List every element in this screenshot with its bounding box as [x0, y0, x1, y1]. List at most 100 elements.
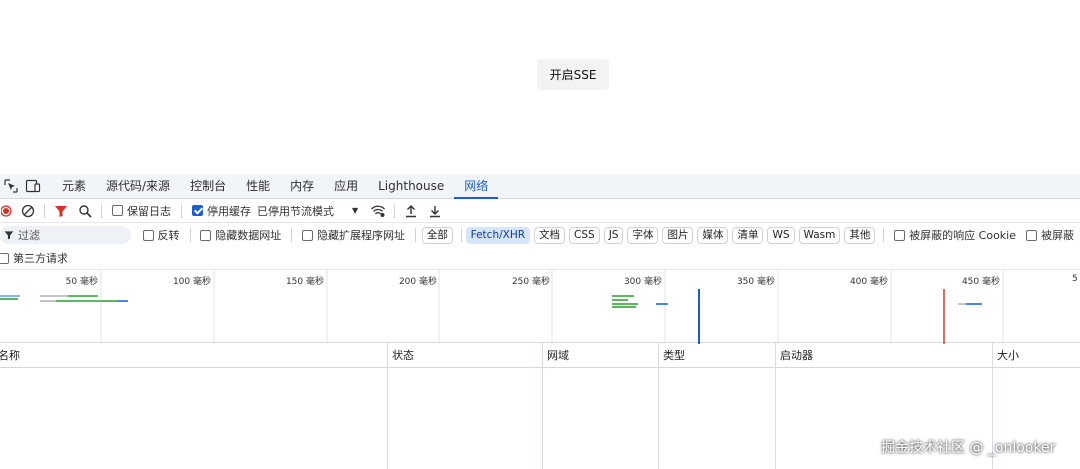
filter-icon — [4, 231, 14, 240]
blocked-response-cookies-label: 被屏蔽的响应 Cookie — [909, 229, 1016, 242]
request-table-header: 名称 状态 网域 类型 启动器 大小 — [0, 343, 1080, 368]
hide-data-urls-box[interactable] — [200, 229, 212, 241]
network-toolbar: 保留日志 停用缓存 已停用节流模式 ▼ — [0, 199, 1080, 223]
filter-divider — [291, 228, 293, 242]
export-har-icon[interactable] — [423, 199, 447, 223]
column-domain[interactable]: 网域 — [543, 343, 569, 368]
start-sse-button[interactable]: 开启SSE — [537, 59, 609, 90]
type-filter-media[interactable]: 媒体 — [697, 226, 729, 244]
filter-icon[interactable] — [49, 199, 73, 223]
disable-cache-box[interactable] — [192, 205, 203, 216]
third-party-checkbox[interactable]: 第三方请求 — [0, 250, 68, 266]
filter-placeholder: 过滤 — [18, 229, 40, 242]
third-party-label: 第三方请求 — [13, 252, 68, 265]
hide-extension-urls-label: 隐藏扩展程序网址 — [317, 229, 406, 242]
dom-content-loaded-marker — [698, 289, 700, 344]
overview-bar — [612, 303, 638, 305]
overview-tick-label: 450 毫秒 — [961, 277, 1000, 287]
network-overview[interactable]: 50 毫秒 100 毫秒 150 毫秒 200 毫秒 250 毫秒 300 毫秒… — [0, 269, 1080, 344]
record-icon[interactable] — [0, 199, 16, 223]
throttling-value: 已停用节流模式 — [257, 204, 334, 218]
devtools-tabbar: 元素 源代码/来源 控制台 性能 内存 应用 Lighthouse 网络 — [0, 174, 1080, 199]
column-status[interactable]: 状态 — [388, 343, 414, 368]
tab-performance[interactable]: 性能 — [236, 174, 280, 199]
overview-bar — [118, 300, 128, 302]
overview-bar — [612, 306, 636, 308]
throttling-select[interactable]: 已停用节流模式 ▼ — [257, 203, 358, 219]
tab-sources[interactable]: 源代码/来源 — [96, 174, 180, 199]
column-divider — [658, 343, 659, 469]
type-filter-img[interactable]: 图片 — [662, 226, 694, 244]
overview-bar — [0, 298, 18, 300]
type-filter-js[interactable]: JS — [603, 226, 624, 244]
filter-divider — [883, 228, 885, 242]
type-filter-all[interactable]: 全部 — [421, 226, 453, 244]
tab-lighthouse[interactable]: Lighthouse — [368, 174, 454, 199]
filter-divider — [415, 228, 416, 242]
invert-checkbox[interactable]: 反转 — [142, 227, 180, 243]
column-divider — [387, 343, 388, 469]
network-conditions-icon[interactable] — [366, 199, 390, 223]
overview-bar — [40, 300, 58, 302]
disable-cache-label: 停用缓存 — [207, 204, 251, 218]
hide-extension-urls-box[interactable] — [302, 229, 314, 241]
overview-tick-label: 300 毫秒 — [623, 277, 662, 287]
type-filter-ws[interactable]: WS — [767, 226, 795, 244]
column-initiator[interactable]: 启动器 — [776, 343, 813, 368]
filter-divider — [460, 228, 462, 242]
type-filter-font[interactable]: 字体 — [627, 226, 659, 244]
third-party-row: 第三方请求 — [0, 247, 74, 269]
type-filter-manifest[interactable]: 清单 — [732, 226, 764, 244]
blocked-requests-checkbox[interactable]: 被屏蔽 — [1026, 227, 1074, 243]
third-party-box[interactable] — [0, 252, 9, 264]
device-toolbar-icon[interactable] — [22, 174, 44, 199]
blocked-response-cookies-checkbox[interactable]: 被屏蔽的响应 Cookie — [894, 227, 1016, 243]
overview-bar — [612, 299, 628, 301]
blocked-requests-label: 被屏蔽 — [1041, 229, 1074, 242]
type-filter-doc[interactable]: 文档 — [534, 226, 566, 244]
preserve-log-checkbox[interactable]: 保留日志 — [112, 203, 171, 219]
blocked-response-cookies-box[interactable] — [894, 229, 906, 241]
import-har-icon[interactable] — [399, 199, 423, 223]
column-size[interactable]: 大小 — [993, 343, 1019, 368]
invert-box[interactable] — [142, 229, 154, 241]
type-filter-other[interactable]: 其他 — [844, 226, 876, 244]
overview-tick-label: 200 毫秒 — [398, 277, 437, 287]
tab-network[interactable]: 网络 — [454, 174, 499, 199]
hide-data-urls-checkbox[interactable]: 隐藏数据网址 — [200, 227, 281, 243]
tab-application[interactable]: 应用 — [324, 174, 368, 199]
tab-memory[interactable]: 内存 — [280, 174, 324, 199]
type-filter-css[interactable]: CSS — [569, 226, 600, 244]
overview-tick-label: 150 毫秒 — [285, 277, 324, 287]
type-filter-wasm[interactable]: Wasm — [798, 226, 841, 244]
clear-icon[interactable] — [16, 199, 40, 223]
overview-bar — [966, 303, 982, 305]
type-filter-fetch-xhr[interactable]: Fetch/XHR — [465, 226, 531, 244]
preserve-log-label: 保留日志 — [127, 204, 171, 218]
overview-tick-label: 350 毫秒 — [736, 277, 775, 287]
page-content: 开启SSE — [0, 0, 1080, 174]
search-icon[interactable] — [73, 199, 97, 223]
tab-elements[interactable]: 元素 — [52, 174, 96, 199]
filter-input[interactable]: 过滤 — [0, 226, 131, 244]
inspect-element-icon[interactable] — [0, 174, 22, 199]
overview-tick-label: 5 — [1072, 274, 1078, 284]
toolbar-divider — [44, 203, 45, 218]
column-name[interactable]: 名称 — [0, 343, 20, 368]
network-filter-bar: 过滤 反转 隐藏数据网址 隐藏扩展程序网址 全部 Fetch/XHR 文档 CS… — [0, 223, 1080, 247]
blocked-requests-box[interactable] — [1026, 229, 1037, 241]
overview-bar — [56, 300, 118, 302]
disable-cache-checkbox[interactable]: 停用缓存 — [192, 203, 251, 219]
preserve-log-box[interactable] — [112, 205, 123, 216]
invert-label: 反转 — [157, 229, 180, 242]
devtools-panel: 元素 源代码/来源 控制台 性能 内存 应用 Lighthouse 网络 保留日… — [0, 174, 1080, 469]
tab-console[interactable]: 控制台 — [180, 174, 236, 199]
overview-bar — [958, 303, 966, 305]
column-divider — [775, 343, 776, 469]
watermark: 掘金技术社区 @ _onlooker — [881, 440, 1056, 456]
overview-tick-label: 400 毫秒 — [849, 277, 888, 287]
hide-data-urls-label: 隐藏数据网址 — [215, 229, 282, 242]
hide-extension-urls-checkbox[interactable]: 隐藏扩展程序网址 — [302, 227, 405, 243]
overview-tick-label: 50 毫秒 — [65, 277, 98, 287]
column-type[interactable]: 类型 — [659, 343, 685, 368]
